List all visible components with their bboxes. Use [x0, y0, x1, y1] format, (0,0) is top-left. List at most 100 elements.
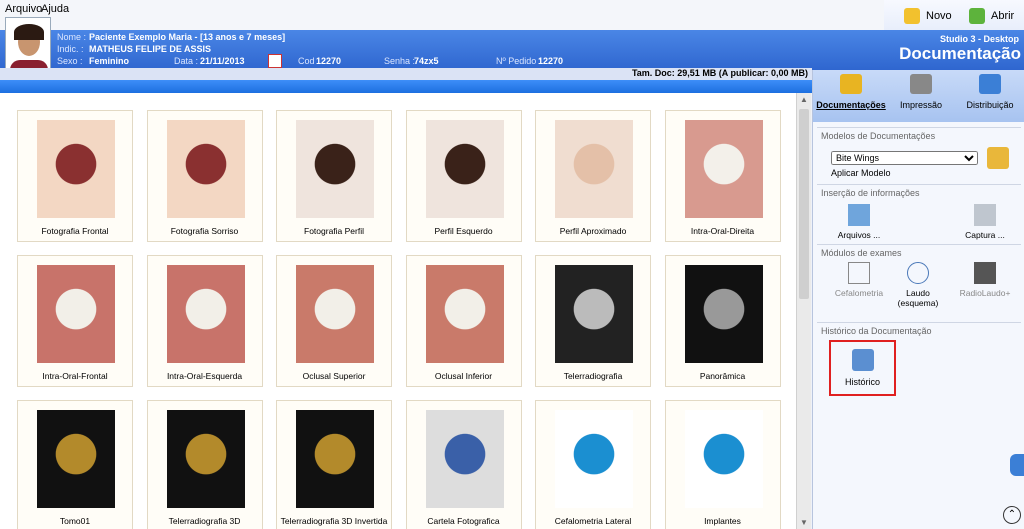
scroll-thumb[interactable] [799, 109, 809, 299]
files-button[interactable]: Arquivos ... [831, 204, 887, 240]
gallery-item[interactable]: Implantes [664, 400, 781, 529]
model-select[interactable]: Bite Wings [831, 151, 978, 165]
gallery-item[interactable]: Panorâmica [664, 255, 781, 387]
patient-photo [5, 17, 51, 74]
thumbnail-image [296, 120, 374, 218]
name-label: Nome : [57, 32, 87, 42]
models-section: Modelos de Documentações [817, 127, 1021, 144]
menu-bar: Arquivo Ajuda [0, 0, 1024, 30]
thumbnail-image [684, 265, 763, 363]
thumbnail-caption: Fotografia Perfil [304, 226, 364, 236]
history-section: Histórico da Documentação [817, 322, 1021, 339]
history-button[interactable]: Histórico [829, 340, 896, 396]
date-label: Data : [174, 56, 199, 66]
gallery-item[interactable]: Cefalometria Lateral [535, 400, 651, 529]
gallery-item[interactable]: Oclusal Superior [276, 255, 392, 387]
printer-icon [910, 74, 932, 94]
exams-section: Módulos de exames [817, 244, 1021, 261]
apply-model-link[interactable]: Aplicar Modelo [831, 168, 891, 178]
edit-icon[interactable] [268, 54, 282, 68]
panel-tabs: Documentações Impressão Distribuição [813, 70, 1024, 122]
gallery-header-bar [0, 80, 812, 93]
tab-documentacoes[interactable]: Documentações [815, 74, 887, 110]
scanner-icon [974, 204, 996, 226]
thumbnail-caption: Intra-Oral-Frontal [42, 371, 108, 381]
pedido-label: Nº Pedido : [496, 56, 542, 66]
top-buttons: Novo Abrir [884, 0, 1024, 30]
senha-label: Senha : [384, 56, 416, 66]
thumbnail-caption: Fotografia Frontal [41, 226, 109, 236]
gallery-item[interactable]: Telerradiografia 3D [146, 400, 263, 529]
capture-button[interactable]: Captura ... [957, 204, 1013, 240]
gallery-item[interactable]: Cartela Fotografica [405, 400, 522, 529]
patient-cod: 12270 [316, 56, 342, 66]
gallery-item[interactable]: Fotografia Frontal [17, 110, 133, 242]
patient-indic: MATHEUS FELIPE DE ASSIS [89, 44, 212, 54]
cod-label: Cod [298, 56, 315, 66]
folder-icon[interactable] [987, 147, 1009, 169]
gallery-item[interactable]: Oclusal Inferior [405, 255, 522, 387]
thumbnail-caption: Perfil Aproximado [559, 226, 627, 236]
gallery-item[interactable]: Intra-Oral-Frontal [17, 255, 133, 387]
menu-arquivo[interactable]: Arquivo [5, 3, 42, 15]
tab-distribuicao[interactable]: Distribuição [959, 74, 1021, 110]
thumbnail-image [555, 265, 633, 363]
xray-icon [974, 262, 996, 284]
thumbnail-caption: Panorâmica [699, 371, 746, 381]
thumbnail-caption: Intra-Oral-Esquerda [166, 371, 243, 381]
sex-label: Sexo : [57, 56, 83, 66]
side-collapse-icon[interactable] [1010, 454, 1024, 476]
patient-header: Nome : Paciente Exemplo Maria - [13 anos… [0, 30, 1024, 70]
gallery-item[interactable]: Intra-Oral-Esquerda [146, 255, 263, 387]
thumbnail-image [555, 120, 633, 218]
thumbnail-image [166, 265, 245, 363]
menu-ajuda[interactable]: Ajuda [41, 3, 69, 15]
thumbnail-caption: Implantes [704, 516, 741, 526]
patient-sex: Feminino [89, 56, 129, 66]
cefalometria-button[interactable]: Cefalometria [831, 262, 887, 298]
thumbnail-caption: Telerradiografia 3D Invertida [280, 516, 388, 526]
patient-date: 21/11/2013 [200, 56, 245, 66]
gallery-item[interactable]: Perfil Esquerdo [405, 110, 522, 242]
patient-senha: 74zx5 [414, 56, 439, 66]
thumbnail-caption: Telerradiografia [563, 371, 623, 381]
gallery-item[interactable]: Tomo01 [17, 400, 133, 529]
scroll-top-icon[interactable]: ⌃ [1003, 506, 1021, 524]
doc-size: Tam. Doc: 29,51 MB (A publicar: 0,00 MB) [631, 68, 808, 78]
vertical-scrollbar[interactable]: ▲ ▼ [796, 93, 811, 529]
image-gallery: Fotografia Frontal Fotografia Sorriso Foto… [0, 93, 796, 529]
laudo-button[interactable]: Laudo (esquema) [893, 262, 943, 308]
thumbnail-image [296, 410, 374, 508]
thumbnail-caption: Telerradiografia 3D [168, 516, 241, 526]
gallery-item[interactable]: Telerradiografia [535, 255, 651, 387]
gallery-item[interactable]: Fotografia Perfil [276, 110, 392, 242]
tab-impressao[interactable]: Impressão [891, 74, 951, 110]
gallery-item[interactable]: Intra-Oral-Direita [664, 110, 781, 242]
scroll-down-icon[interactable]: ▼ [800, 518, 808, 527]
thumbnail-image [37, 410, 115, 508]
gallery-item[interactable]: Perfil Aproximado [535, 110, 651, 242]
page-title: Documentação [899, 44, 1021, 63]
distribute-icon [979, 74, 1001, 94]
thumbnail-caption: Fotografia Sorriso [170, 226, 239, 236]
thumbnail-image [425, 265, 504, 363]
open-button[interactable]: Abrir [969, 8, 1014, 24]
gallery-item[interactable]: Telerradiografia 3D Invertida [276, 400, 392, 529]
thumbnail-image [555, 410, 633, 508]
documents-icon [840, 74, 862, 94]
scroll-up-icon[interactable]: ▲ [800, 95, 808, 104]
radiolaudo-button[interactable]: RadioLaudo+ [955, 262, 1015, 298]
thumbnail-caption: Intra-Oral-Direita [690, 226, 755, 236]
patient-pedido: 12270 [538, 56, 564, 66]
patient-name: Paciente Exemplo Maria - [13 anos e 7 me… [89, 32, 286, 42]
cefalometry-icon [848, 262, 870, 284]
new-button[interactable]: Novo [904, 8, 952, 24]
studio-label: Studio 3 - Desktop [939, 34, 1019, 44]
thumbnail-image [684, 120, 763, 218]
right-panel: Documentações Impressão Distribuição Mod… [812, 70, 1024, 529]
gallery-item[interactable]: Fotografia Sorriso [146, 110, 263, 242]
thumbnail-caption: Perfil Esquerdo [434, 226, 493, 236]
thumbnail-image [425, 410, 504, 508]
thumbnail-image [296, 265, 374, 363]
thumbnail-caption: Cartela Fotografica [427, 516, 500, 526]
